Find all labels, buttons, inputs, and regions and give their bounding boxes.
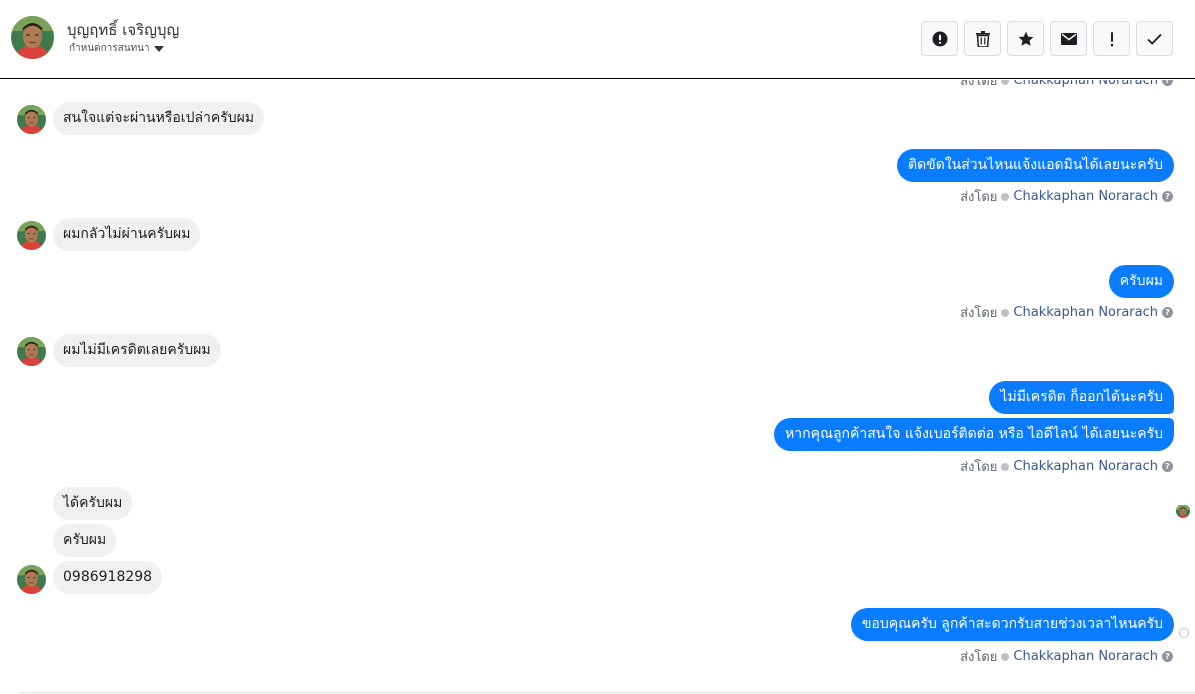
incoming-message[interactable]: ครับผม: [53, 524, 117, 557]
contact-avatar[interactable]: [17, 337, 46, 366]
important-button[interactable]: [1093, 21, 1130, 56]
conversation-header: บุญฤทธิ์ เจริญบุญ กำหนดการสนทนา: [0, 0, 1195, 79]
star-icon: [1018, 31, 1033, 46]
sender-line: ส่งโดย Chakkaphan Norarach ?: [960, 302, 1173, 323]
contact-avatar[interactable]: [17, 565, 46, 594]
sender-name-link[interactable]: Chakkaphan Norarach: [1013, 80, 1158, 88]
incoming-message[interactable]: สนใจแต่จะผ่านหรือเปล่าครับผม: [53, 102, 265, 135]
caret-down-icon: [153, 45, 164, 52]
contact-avatar[interactable]: [17, 105, 46, 134]
exclamation-icon: [1110, 31, 1113, 46]
verified-icon: [1001, 192, 1010, 201]
sender-name-link[interactable]: Chakkaphan Norarach: [1013, 649, 1158, 664]
incoming-message[interactable]: ได้ครับผม: [53, 487, 133, 520]
envelope-icon: [1060, 32, 1077, 45]
delete-button[interactable]: [964, 21, 1001, 56]
verified-icon: [1001, 462, 1010, 471]
sender-line: ส่งโดย Chakkaphan Norarach ?: [960, 186, 1173, 207]
help-icon[interactable]: ?: [1162, 461, 1173, 472]
sender-name-link[interactable]: Chakkaphan Norarach: [1013, 189, 1158, 204]
help-icon[interactable]: ?: [1162, 651, 1173, 662]
incoming-message[interactable]: ผมกลัวไม่ผ่านครับผม: [53, 218, 201, 251]
sent-status-icon: [1179, 628, 1189, 638]
outgoing-message[interactable]: ติดขัดในส่วนไหนแจ้งแอดมินได้เลยนะครับ: [896, 149, 1174, 182]
help-icon[interactable]: ?: [1162, 80, 1173, 86]
sender-line: ส่งโดย Chakkaphan Norarach ?: [960, 646, 1173, 667]
help-icon[interactable]: ?: [1162, 191, 1173, 202]
assign-conversation-dropdown[interactable]: กำหนดการสนทนา: [69, 41, 164, 56]
sender-name-link[interactable]: Chakkaphan Norarach: [1013, 305, 1158, 320]
done-button[interactable]: [1136, 21, 1173, 56]
check-icon: [1147, 33, 1162, 45]
verified-icon: [1001, 80, 1010, 85]
sender-name-link[interactable]: Chakkaphan Norarach: [1013, 459, 1158, 474]
contact-avatar[interactable]: [17, 221, 46, 250]
assign-conversation-label: กำหนดการสนทนา: [69, 43, 150, 54]
contact-avatar[interactable]: [11, 16, 54, 59]
alert-circle-icon: [932, 31, 947, 46]
help-icon[interactable]: ?: [1162, 307, 1173, 318]
seen-avatar: [1176, 504, 1190, 518]
trash-icon: [975, 30, 990, 47]
outgoing-message[interactable]: ไม่มีเครดิต ก็ออกได้นะครับ: [989, 381, 1174, 414]
verified-icon: [1001, 652, 1010, 661]
sender-line: ส่งโดย Chakkaphan Norarach ?: [960, 80, 1173, 91]
outgoing-message[interactable]: ครับผม: [1108, 265, 1174, 298]
incoming-message[interactable]: 0986918298: [53, 561, 163, 594]
incoming-message[interactable]: ผมไม่มีเครดิตเลยครับผม: [53, 334, 221, 367]
sender-line: ส่งโดย Chakkaphan Norarach ?: [960, 456, 1173, 477]
mark-spam-button[interactable]: [921, 21, 958, 56]
composer-divider: [18, 692, 1195, 693]
mark-unread-button[interactable]: [1050, 21, 1087, 56]
contact-name[interactable]: บุญฤทธิ์ เจริญบุญ: [67, 18, 179, 42]
message-thread[interactable]: ส่งโดย Chakkaphan Norarach ? สนใจแต่จะผ่…: [0, 80, 1195, 694]
follow-up-button[interactable]: [1007, 21, 1044, 56]
outgoing-message[interactable]: หากคุณลูกค้าสนใจ แจ้งเบอร์ติดต่อ หรือ ไอ…: [774, 418, 1174, 451]
messenger-conversation: บุญฤทธิ์ เจริญบุญ กำหนดการสนทนา ส่งโดย C…: [0, 0, 1195, 694]
verified-icon: [1001, 308, 1010, 317]
conversation-toolbar: [921, 21, 1173, 56]
outgoing-message[interactable]: ขอบคุณครับ ลูกค้าสะดวกรับสายช่วงเวลาไหนค…: [850, 608, 1174, 641]
